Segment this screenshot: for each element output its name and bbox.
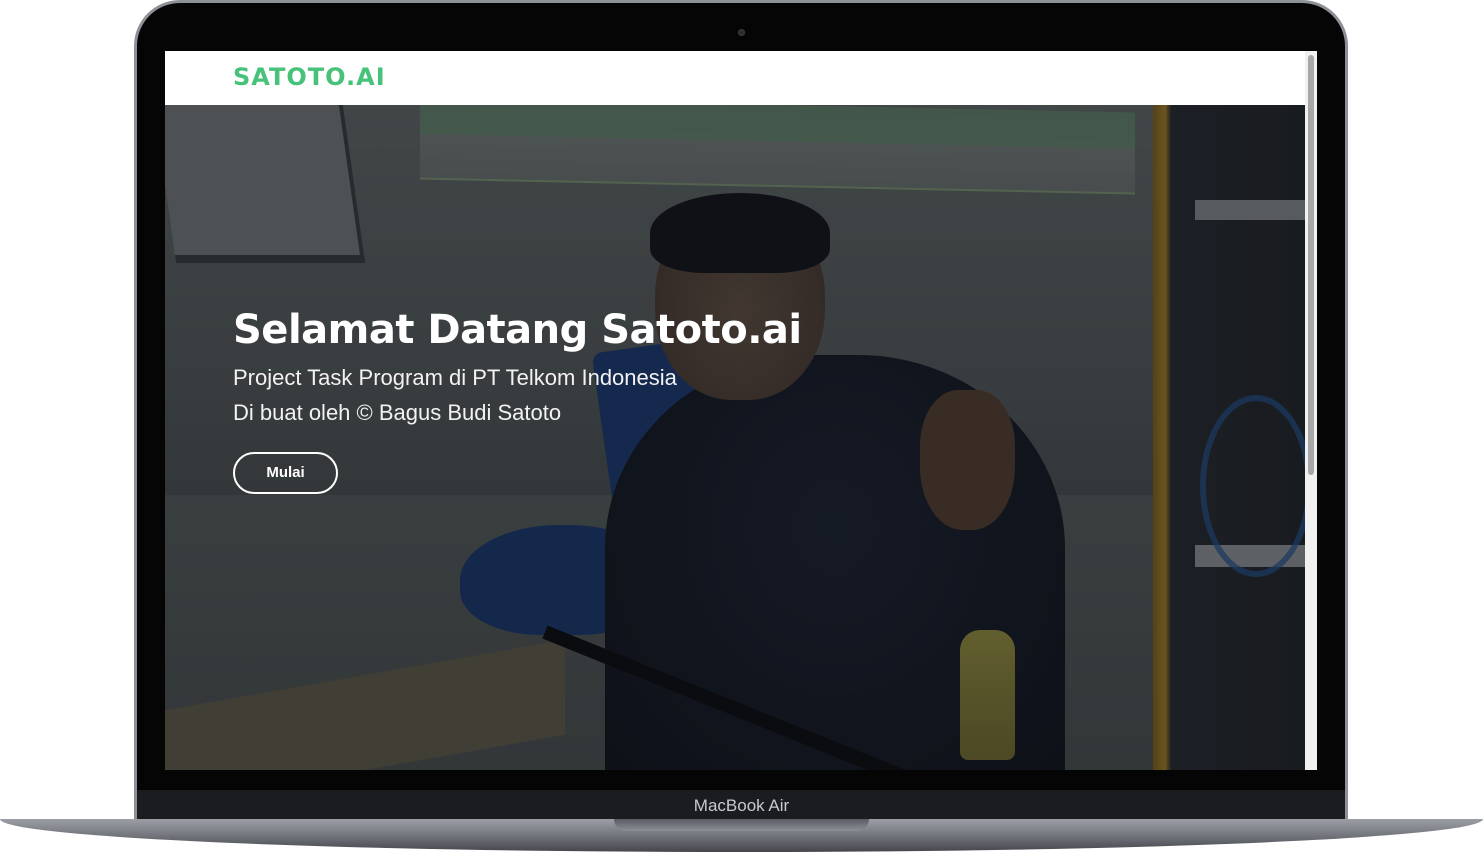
hero-section: Selamat Datang Satoto.ai Project Task Pr… bbox=[165, 105, 1305, 770]
hero-subtitle: Project Task Program di PT Telkom Indone… bbox=[233, 365, 677, 390]
hero-credit: Di buat oleh © Bagus Budi Satoto bbox=[233, 400, 562, 425]
start-button[interactable]: Mulai bbox=[233, 452, 338, 494]
navbar: SATOTO.AI bbox=[165, 51, 1305, 105]
scrollbar-thumb[interactable] bbox=[1308, 55, 1314, 475]
mockup-stage: SATOTO.AI Selamat Datang Satoto.ai Proje… bbox=[0, 0, 1483, 852]
hero-content: Selamat Datang Satoto.ai Project Task Pr… bbox=[233, 300, 1033, 494]
brand-logo[interactable]: SATOTO.AI bbox=[233, 63, 386, 91]
browser-viewport: SATOTO.AI Selamat Datang Satoto.ai Proje… bbox=[165, 51, 1317, 770]
hero-dark-overlay bbox=[165, 105, 1305, 770]
hero-title: Selamat Datang Satoto.ai bbox=[233, 307, 802, 353]
model-label: MacBook Air bbox=[693, 796, 790, 815]
camera-icon bbox=[738, 29, 745, 36]
laptop-opening-notch bbox=[614, 819, 869, 831]
